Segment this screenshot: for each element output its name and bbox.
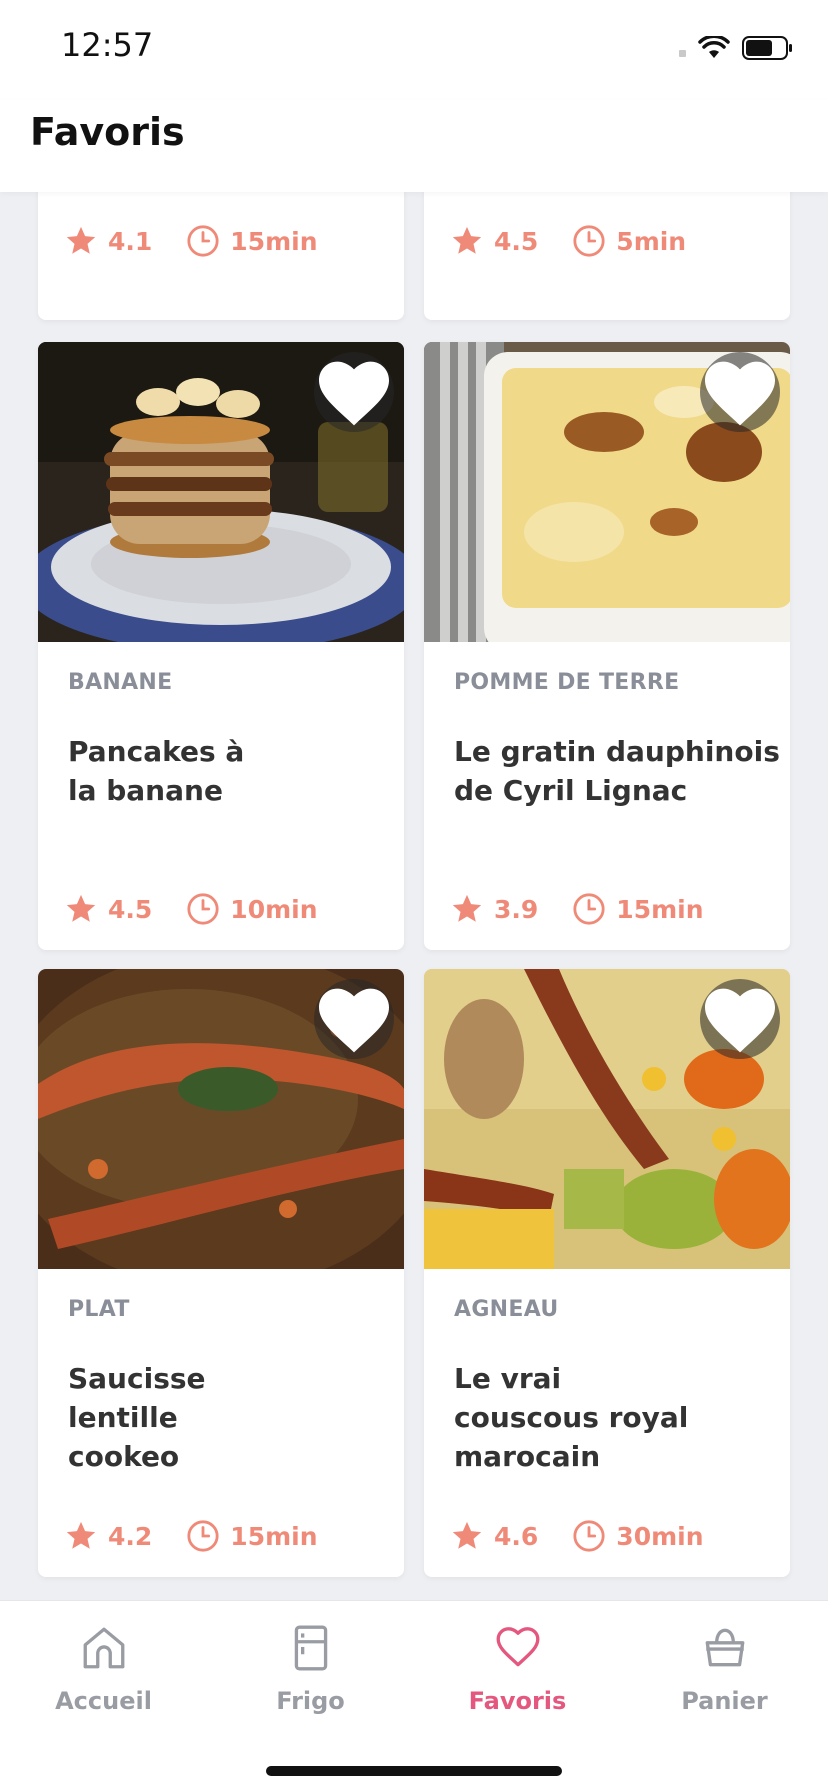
time-value: 15min	[230, 226, 318, 256]
time-value: 15min	[616, 894, 704, 924]
star-icon	[66, 894, 96, 922]
recipe-category: PLAT	[68, 1297, 130, 1322]
recipe-card[interactable]: 4.1 15min	[38, 192, 404, 320]
recipe-card[interactable]: BANANE Pancakes à la banane 4.5 10min	[38, 342, 404, 950]
time-value: 30min	[616, 1521, 704, 1551]
heart-icon	[705, 361, 775, 426]
recipe-category: POMME DE TERRE	[454, 670, 680, 695]
fridge-icon	[294, 1625, 327, 1671]
rating-value: 4.6	[494, 1521, 539, 1551]
recipe-card[interactable]: AGNEAU Le vrai couscous royal marocain 4…	[424, 969, 790, 1577]
header: Favoris	[0, 100, 828, 192]
time-value: 15min	[230, 1521, 318, 1551]
recipe-title: Le gratin dauphinois de Cyril Lignac	[454, 735, 780, 807]
recipe-title: Pancakes à la banane	[68, 735, 245, 807]
clock-icon	[573, 1520, 605, 1552]
heart-icon	[705, 988, 775, 1053]
star-icon	[452, 226, 482, 254]
home-indicator[interactable]	[266, 1766, 562, 1776]
rating-value: 4.2	[108, 1521, 153, 1551]
page-title: Favoris	[30, 110, 185, 154]
clock-icon	[187, 893, 219, 925]
recipe-card[interactable]: 4.5 5min	[424, 192, 790, 320]
time-value: 5min	[616, 226, 687, 256]
rating-value: 4.5	[494, 226, 539, 256]
rating-value: 4.5	[108, 894, 153, 924]
tab-bar: Accueil Frigo Favoris Panier	[0, 1600, 828, 1792]
star-icon	[452, 894, 482, 922]
tab-label: Frigo	[276, 1687, 345, 1715]
recipe-meta: 4.5 5min	[450, 224, 720, 258]
star-icon	[66, 1521, 96, 1549]
recipe-meta: 4.2 15min	[64, 1519, 352, 1553]
rating-value: 4.1	[108, 226, 153, 256]
home-icon	[83, 1627, 124, 1669]
wifi-icon	[698, 36, 730, 58]
couscous-photo	[424, 969, 790, 1269]
recipe-meta: 4.6 30min	[450, 1519, 738, 1553]
clock-icon	[573, 893, 605, 925]
star-icon	[66, 226, 96, 254]
time-value: 10min	[230, 894, 318, 924]
battery-icon	[742, 36, 792, 60]
tab-favoris[interactable]: Favoris	[414, 1623, 621, 1733]
signal-icon	[679, 49, 686, 57]
tab-label: Accueil	[55, 1687, 152, 1715]
tab-panier[interactable]: Panier	[621, 1623, 828, 1733]
heart-icon	[496, 1627, 539, 1667]
favorites-grid[interactable]: 4.1 15min 4.5 5min BANANE Pancakes à la …	[0, 192, 828, 1600]
favorite-button[interactable]	[314, 352, 394, 432]
recipe-meta: 4.1 15min	[64, 224, 352, 258]
status-time: 12:57	[61, 26, 154, 64]
recipe-meta: 3.9 15min	[450, 892, 738, 926]
lentils-sausage-photo	[38, 969, 404, 1269]
recipe-card[interactable]: PLAT Saucisse lentille cookeo 4.2 15min	[38, 969, 404, 1577]
clock-icon	[187, 1520, 219, 1552]
status-bar: 12:57	[0, 0, 828, 100]
favorite-button[interactable]	[314, 979, 394, 1059]
clock-icon	[573, 225, 605, 257]
recipe-category: BANANE	[68, 670, 173, 695]
recipe-meta: 4.5 10min	[64, 892, 352, 926]
tab-label: Panier	[681, 1687, 768, 1715]
tab-label: Favoris	[468, 1687, 567, 1715]
rating-value: 3.9	[494, 894, 539, 924]
tab-frigo[interactable]: Frigo	[207, 1623, 414, 1733]
basket-icon	[705, 1628, 744, 1667]
star-icon	[452, 1521, 482, 1549]
heart-icon	[319, 361, 389, 426]
favorite-button[interactable]	[700, 352, 780, 432]
recipe-card[interactable]: POMME DE TERRE Le gratin dauphinois de C…	[424, 342, 790, 950]
recipe-title: Le vrai couscous royal marocain	[454, 1362, 689, 1473]
heart-icon	[319, 988, 389, 1053]
tab-accueil[interactable]: Accueil	[0, 1623, 207, 1733]
favorite-button[interactable]	[700, 979, 780, 1059]
status-icons	[679, 36, 794, 60]
recipe-category: AGNEAU	[454, 1297, 559, 1322]
pancakes-photo	[38, 342, 404, 642]
clock-icon	[187, 225, 219, 257]
gratin-photo	[424, 342, 790, 642]
recipe-title: Saucisse lentille cookeo	[68, 1362, 206, 1473]
